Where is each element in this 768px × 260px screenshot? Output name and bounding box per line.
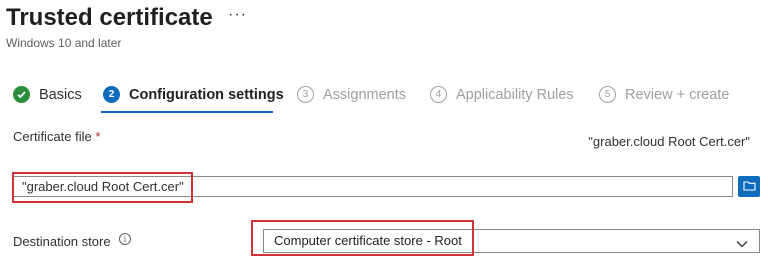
info-icon[interactable]: i xyxy=(119,233,131,245)
step-number-icon: 3 xyxy=(297,86,314,103)
destination-store-label: Destination store xyxy=(13,234,111,249)
folder-icon xyxy=(742,178,756,196)
step-label: Applicability Rules xyxy=(456,86,574,103)
certificate-file-label-text: Certificate file xyxy=(13,129,92,144)
browse-button[interactable] xyxy=(738,176,760,197)
more-options-button[interactable]: ··· xyxy=(228,6,247,24)
chevron-down-icon xyxy=(736,235,748,253)
step-label: Review + create xyxy=(625,86,730,103)
step-label: Basics xyxy=(39,86,82,103)
certificate-file-label: Certificate file * xyxy=(13,129,100,144)
page-subtitle: Windows 10 and later xyxy=(6,36,122,50)
step-number-icon: 4 xyxy=(430,86,447,103)
step-configuration-settings[interactable]: 2 Configuration settings xyxy=(103,86,284,103)
active-step-underline xyxy=(101,111,273,113)
highlight-box-store xyxy=(251,220,474,256)
step-basics[interactable]: Basics xyxy=(13,86,82,103)
step-label: Assignments xyxy=(323,86,407,103)
step-number-icon: 2 xyxy=(103,86,120,103)
step-number-icon: 5 xyxy=(599,86,616,103)
selected-file-name: "graber.cloud Root Cert.cer" xyxy=(588,134,750,149)
step-assignments[interactable]: 3 Assignments xyxy=(297,86,406,103)
step-label: Configuration settings xyxy=(129,86,284,103)
step-applicability-rules[interactable]: 4 Applicability Rules xyxy=(430,86,574,103)
page-title: Trusted certificate xyxy=(6,4,213,31)
required-marker: * xyxy=(95,129,101,144)
step-review-create[interactable]: 5 Review + create xyxy=(599,86,729,103)
highlight-box-file xyxy=(12,172,193,203)
checkmark-icon xyxy=(13,86,30,103)
